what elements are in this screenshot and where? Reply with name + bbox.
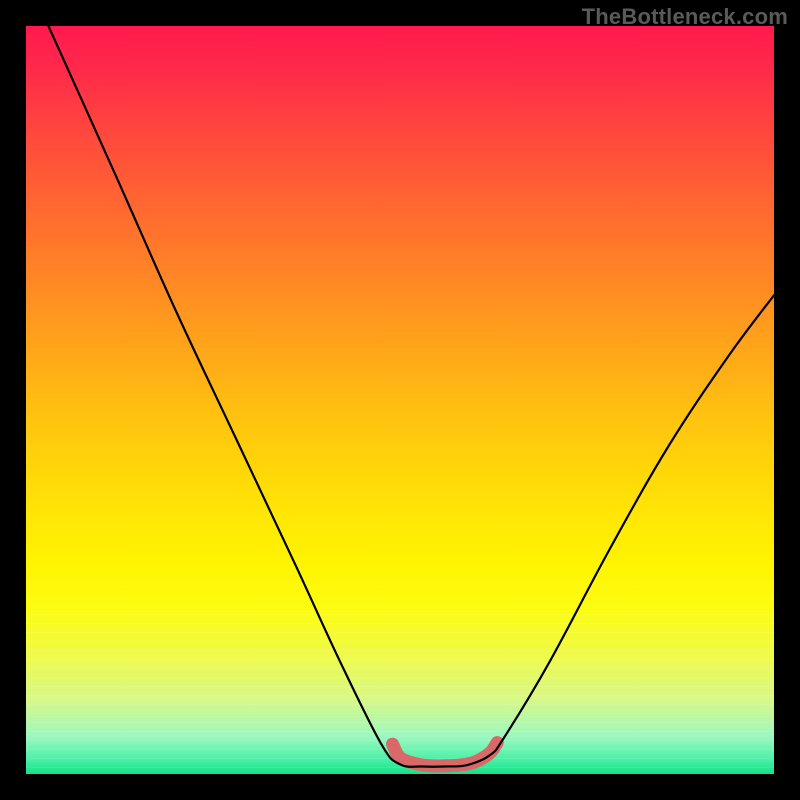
- curve-layer: [26, 26, 774, 774]
- sweet-spot-band: [393, 743, 498, 766]
- watermark-text: TheBottleneck.com: [582, 4, 788, 30]
- bottleneck-curve: [48, 26, 774, 767]
- chart-frame: TheBottleneck.com: [0, 0, 800, 800]
- plot-area: [26, 26, 774, 774]
